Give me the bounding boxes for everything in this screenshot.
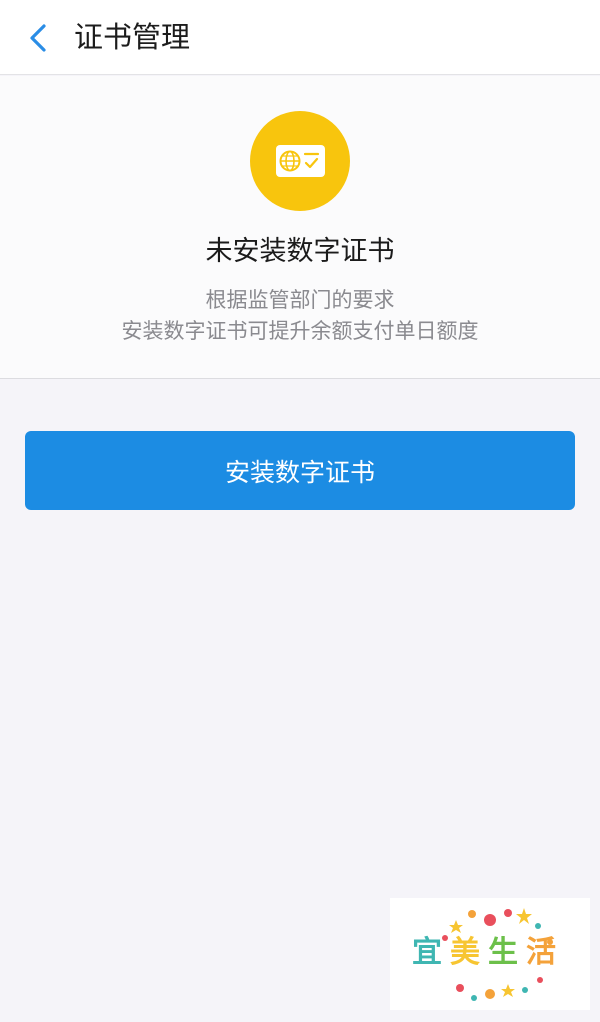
navigation-bar: 证书管理 [0,0,600,75]
certificate-globe-check-icon [250,111,350,211]
back-button[interactable] [18,18,58,58]
status-description-line2: 安装数字证书可提升余额支付单日额度 [121,319,479,343]
install-certificate-button[interactable]: 安装数字证书 [25,431,575,510]
status-description-line1: 根据监管部门的要求 [205,288,395,312]
watermark-char: 宜 [412,935,442,970]
watermark-logo: 宜 美 生 活 [390,898,590,1010]
watermark-char: 美 [450,935,480,970]
page-title: 证书管理 [74,20,191,54]
chevron-left-icon [30,24,46,52]
watermark-char: 生 [488,935,518,970]
watermark-char: 活 [526,935,556,970]
status-title: 未安装数字证书 [205,236,395,267]
certificate-status-card: 未安装数字证书 根据监管部门的要求 安装数字证书可提升余额支付单日额度 [0,76,600,379]
